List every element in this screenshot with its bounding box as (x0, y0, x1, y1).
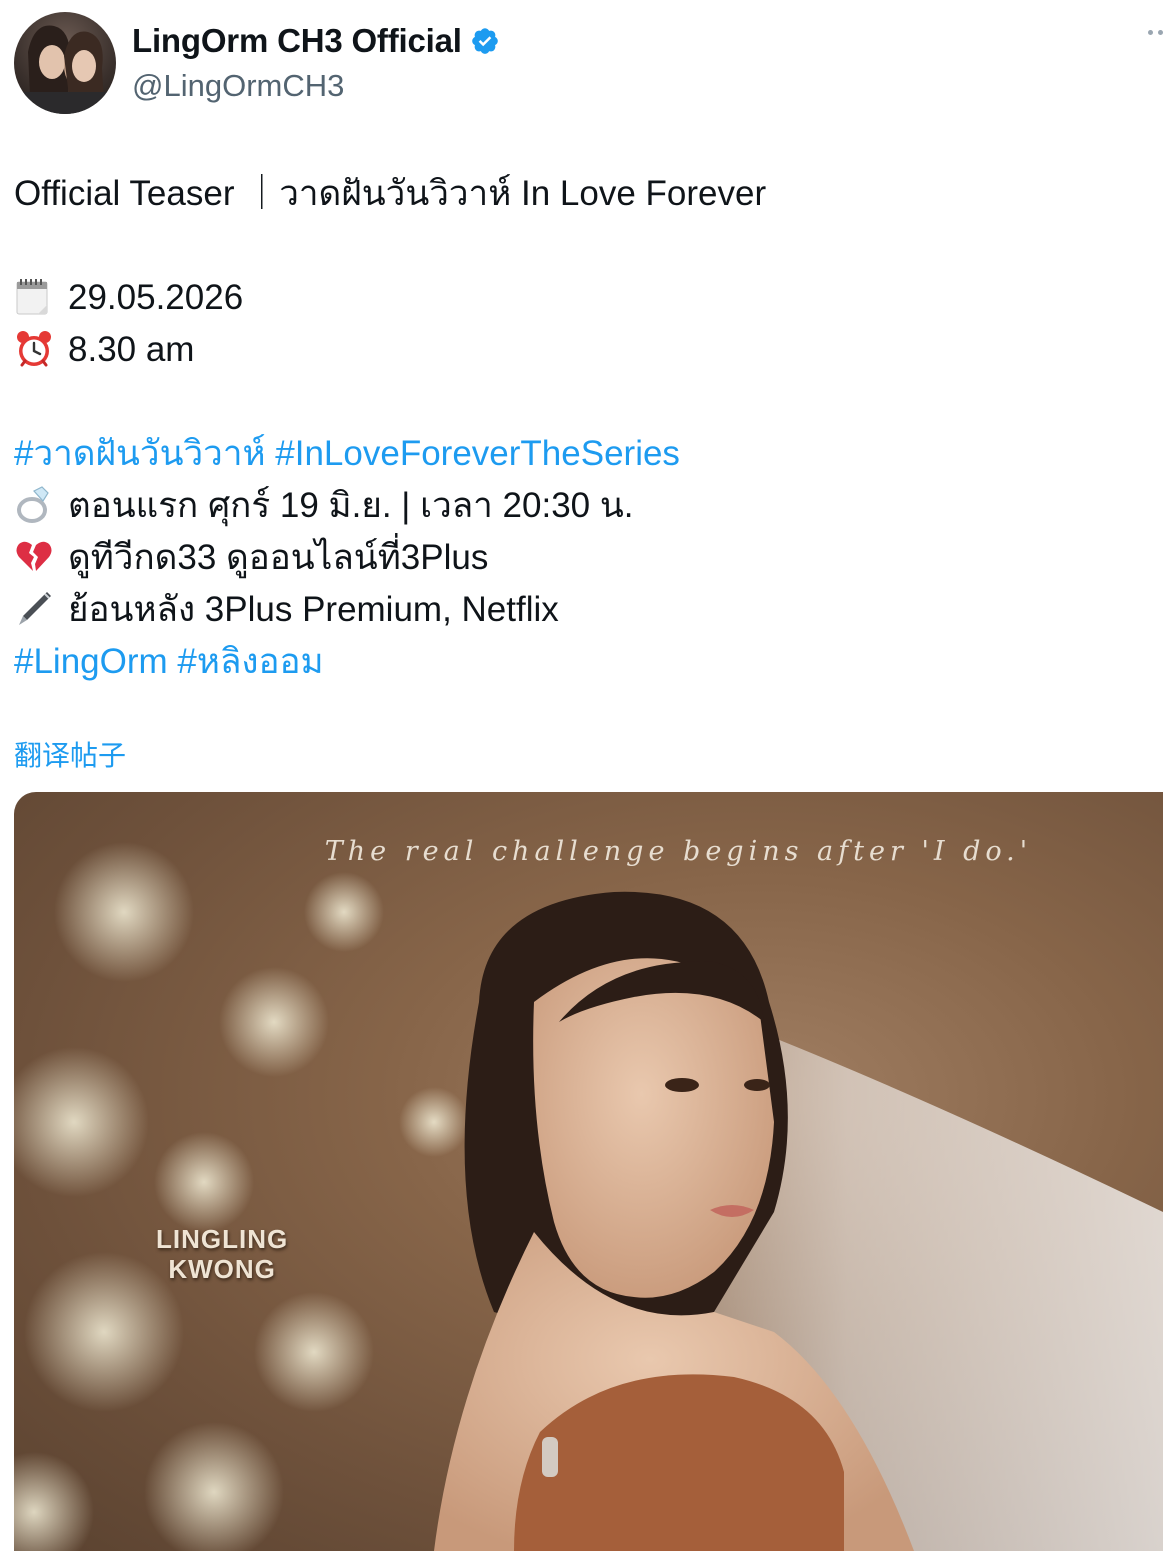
broadcast-line: ดูทีวีกด33 ดูออนไลน์ที่3Plus (14, 532, 1154, 584)
poster-illustration (14, 842, 1163, 1551)
date-line: 29.05.2026 (14, 272, 1154, 324)
broadcast-text: ดูทีวีกด33 ดูออนไลน์ที่3Plus (68, 538, 489, 577)
hashtag-line-2: #LingOrm #หลิงออม (14, 636, 1154, 688)
actor-name-label: LINGLING KWONG (156, 1224, 288, 1284)
tweet-media-image[interactable]: The real challenge begins after 'I do.' … (14, 792, 1163, 1551)
tweet-title-line: Official Teaser ｜วาดฝันวันวิวาห์ In Love… (14, 174, 767, 213)
hashtag-link[interactable]: #หลิงออม (177, 642, 323, 681)
translate-post-link[interactable]: 翻译帖子 (14, 734, 126, 774)
date-text: 29.05.2026 (68, 278, 244, 317)
premiere-text: ตอนแรก ศุกร์ 19 มิ.ย. | เวลา 20:30 น. (68, 486, 634, 525)
actor-last-name: KWONG (168, 1254, 276, 1284)
premiere-line: ตอนแรก ศุกร์ 19 มิ.ย. | เวลา 20:30 น. (14, 480, 1154, 532)
display-name[interactable]: LingOrm CH3 Official (132, 22, 462, 60)
ring-icon (14, 485, 54, 525)
hashtag-link[interactable]: #LingOrm (14, 642, 168, 681)
hashtag-line-1: #วาดฝันวันวิวาห์ #InLoveForeverTheSeries (14, 428, 1154, 480)
name-row: LingOrm CH3 Official (132, 22, 500, 60)
replay-line: ย้อนหลัง 3Plus Premium, Netflix (14, 584, 1154, 636)
verified-badge-icon (470, 26, 500, 56)
replay-text: ย้อนหลัง 3Plus Premium, Netflix (68, 590, 559, 629)
bokeh-lights (14, 842, 469, 1551)
user-handle[interactable]: @LingOrmCH3 (132, 68, 344, 104)
broken-heart-icon (14, 537, 54, 577)
calendar-icon (14, 277, 54, 317)
tweet-text: Official Teaser ｜วาดฝันวันวิวาห์ In Love… (14, 168, 1154, 688)
actor-first-name: LINGLING (156, 1224, 289, 1254)
hashtag-link[interactable]: #วาดฝันวันวิวาห์ (14, 434, 266, 473)
hashtag-link[interactable]: #InLoveForeverTheSeries (275, 434, 680, 473)
tweet-header: LingOrm CH3 Official @LingOrmCH3 (14, 12, 1163, 116)
time-text: 8.30 am (68, 330, 195, 369)
avatar[interactable] (14, 12, 116, 114)
alarm-clock-icon (14, 329, 54, 369)
more-options-icon[interactable] (1148, 30, 1163, 35)
pen-icon (14, 589, 54, 629)
poster-tagline: The real challenge begins after 'I do.' (324, 836, 1033, 867)
time-line: 8.30 am (14, 324, 1154, 376)
